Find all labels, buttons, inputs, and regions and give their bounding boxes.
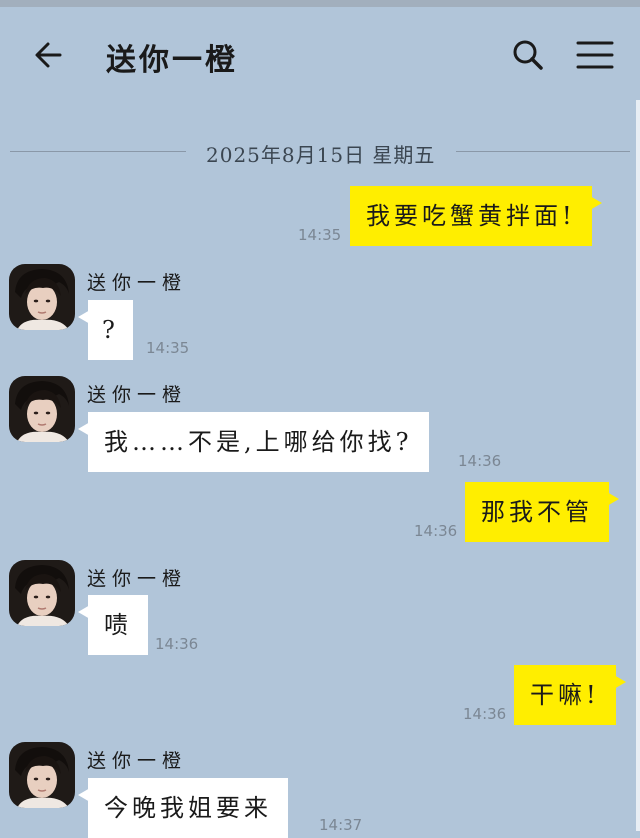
message-time: 14:36 <box>458 452 502 470</box>
avatar-image <box>9 560 75 626</box>
sender-name: 送你一橙 <box>87 384 188 406</box>
chat-header: 送你一橙 <box>0 7 640 97</box>
divider-line <box>10 151 186 152</box>
date-label: 2025年8月15日 星期五 <box>206 143 436 167</box>
scrollbar[interactable] <box>636 100 640 831</box>
message-text: 干嘛! <box>530 681 600 709</box>
message-time: 14:37 <box>319 816 363 834</box>
search-button[interactable] <box>508 37 548 73</box>
message-text: 我要吃蟹黄拌面! <box>366 202 576 230</box>
message-text: 那我不管 <box>481 498 593 526</box>
avatar[interactable] <box>9 742 75 808</box>
message-text: 啧 <box>104 611 132 639</box>
avatar-image <box>9 742 75 808</box>
message-bubble-incoming[interactable]: 啧 <box>78 595 148 655</box>
message-bubble-incoming[interactable]: 我……不是,上哪给你找? <box>78 412 429 472</box>
sender-name: 送你一橙 <box>87 568 188 590</box>
search-icon <box>513 40 543 70</box>
status-bar-strip <box>0 0 640 7</box>
message-text: ? <box>102 316 119 344</box>
sender-name: 送你一橙 <box>87 750 188 772</box>
menu-button[interactable] <box>574 37 616 73</box>
avatar[interactable] <box>9 264 75 330</box>
sender-name: 送你一橙 <box>87 272 188 294</box>
avatar-image <box>9 264 75 330</box>
message-bubble-incoming[interactable]: 今晚我姐要来 <box>78 778 288 838</box>
message-bubble-outgoing[interactable]: 我要吃蟹黄拌面! <box>350 186 602 246</box>
message-bubble-outgoing[interactable]: 那我不管 <box>465 482 619 542</box>
avatar-image <box>9 376 75 442</box>
message-text: 今晚我姐要来 <box>104 794 272 822</box>
message-time: 14:36 <box>414 522 458 540</box>
message-text: 我……不是,上哪给你找? <box>104 428 413 456</box>
divider-line <box>456 151 630 152</box>
message-bubble-outgoing[interactable]: 干嘛! <box>514 665 626 725</box>
message-bubble-incoming[interactable]: ? <box>78 300 133 360</box>
avatar[interactable] <box>9 560 75 626</box>
message-time: 14:36 <box>463 705 507 723</box>
date-separator: 2025年8月15日 星期五 <box>10 138 630 167</box>
avatar[interactable] <box>9 376 75 442</box>
message-time: 14:35 <box>146 339 190 357</box>
back-button[interactable] <box>30 37 70 73</box>
chat-title: 送你一橙 <box>106 43 238 78</box>
menu-icon <box>576 41 614 69</box>
back-arrow-icon <box>35 42 62 68</box>
message-time: 14:36 <box>155 635 199 653</box>
message-time: 14:35 <box>298 226 342 244</box>
